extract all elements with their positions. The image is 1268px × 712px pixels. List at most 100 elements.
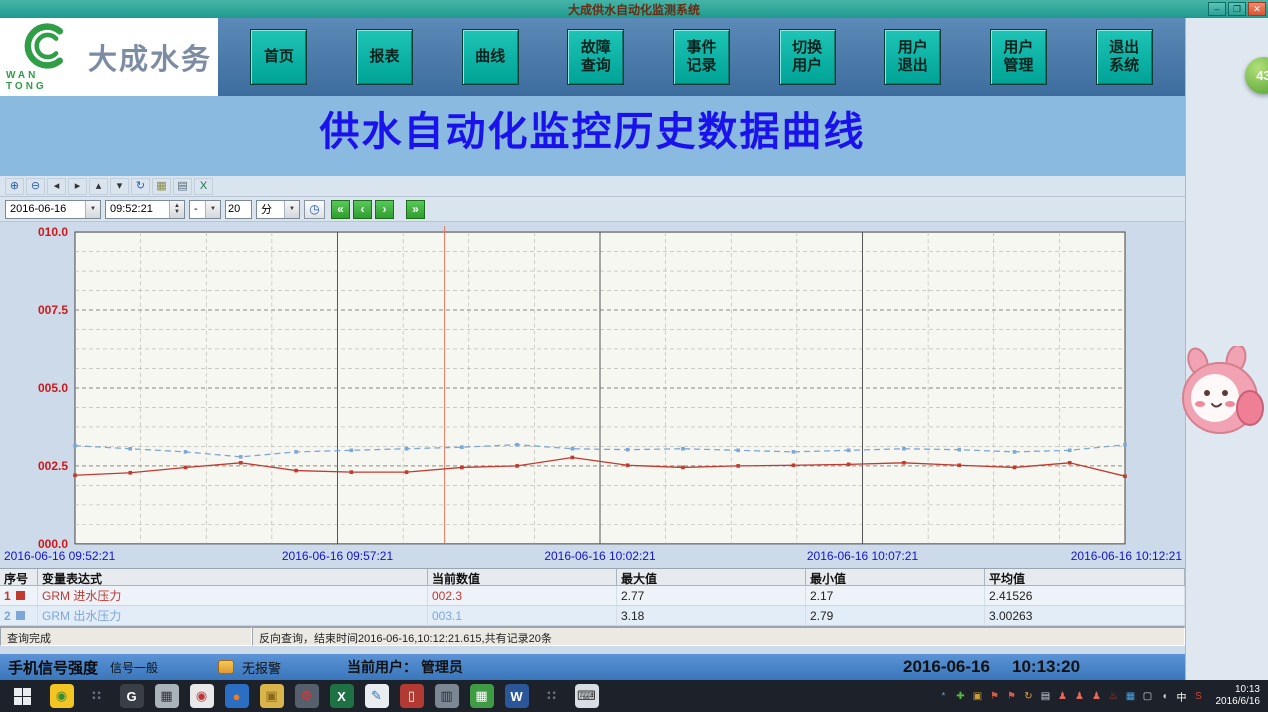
pan-right-icon[interactable]: ▸ (68, 178, 87, 195)
tray-volume-icon[interactable]: ◖ (1157, 691, 1173, 702)
taskbar-app-photo-viewer[interactable]: ◉ (184, 680, 219, 712)
chevron-down-icon: ▼ (85, 201, 100, 218)
nav-button-home[interactable]: 首页 (250, 29, 307, 85)
taskbar-app-excel[interactable]: X (324, 680, 359, 712)
tray-camera-icon[interactable]: ▣ (970, 691, 986, 702)
start-button[interactable] (0, 680, 44, 712)
maximize-button[interactable]: ❐ (1228, 2, 1246, 16)
tray-flag-icon[interactable]: ⚑ (987, 691, 1003, 702)
page-banner: 供水自动化监控历史数据曲线 (0, 96, 1185, 176)
query-status: 查询完成 (0, 627, 252, 646)
chart-toolbar: ⊕⊖◂▸▴▾↻▦▤X (0, 176, 1185, 197)
tray-shield-icon[interactable]: ✚ (953, 691, 969, 702)
taskbar-clock[interactable]: 10:13 2016/6/16 (1211, 684, 1268, 709)
goto-first-button[interactable]: « (331, 200, 350, 219)
zoom-out-icon[interactable]: ⊖ (26, 178, 45, 195)
tray-user3-icon[interactable]: ♟ (1089, 691, 1105, 702)
tray-alert-icon[interactable]: ♨ (1106, 691, 1122, 702)
tray-user2-icon[interactable]: ♟ (1072, 691, 1088, 702)
x-tick-label: 2016-06-16 10:07:21 (807, 549, 919, 563)
zoom-in-icon[interactable]: ⊕ (5, 178, 24, 195)
tray-flag2-icon[interactable]: ⚑ (1004, 691, 1020, 702)
brand-subtitle: WAN TONG (6, 70, 84, 92)
taskbar-app-wps-writer[interactable]: ✎ (359, 680, 394, 712)
pan-down-icon[interactable]: ▾ (110, 178, 129, 195)
taskbar-app-360browser[interactable]: ◉ (44, 680, 79, 712)
taskbar-app-motorcycle[interactable]: ⚙ (289, 680, 324, 712)
nav-button-curves[interactable]: 曲线 (462, 29, 519, 85)
unit-select[interactable]: 分 ▼ (256, 200, 300, 219)
tray-ime-icon[interactable]: 中 (1174, 689, 1190, 704)
print-icon[interactable]: ▤ (173, 178, 192, 195)
workspace: ⊕⊖◂▸▴▾↻▦▤X 2016-06-16 ▼ 09:52:21 ▲▼ - ▼ … (0, 176, 1185, 680)
window-title: 大成供水自动化监测系统 (0, 1, 1268, 18)
system-tray: *✚▣⚑⚑↻▤♟♟♟♨▦▢◖中S (936, 689, 1211, 704)
date-select[interactable]: 2016-06-16 ▼ (5, 200, 101, 219)
table-row-outlet-pressure[interactable]: 2 GRM 出水压力 003.1 3.18 2.79 3.00263 (0, 606, 1185, 626)
pan-left-icon[interactable]: ◂ (47, 178, 66, 195)
range-select[interactable]: - ▼ (189, 200, 221, 219)
goto-prev-button[interactable]: ‹ (353, 200, 372, 219)
copy-chart-icon[interactable]: ▦ (152, 178, 171, 195)
x-tick-label: 2016-06-16 10:12:21 (1071, 549, 1183, 563)
info-strip: 手机信号强度 信号一般 无报警 当前用户： 管理员 2016-06-16 10:… (0, 654, 1185, 680)
x-tick-label: 2016-06-16 10:02:21 (544, 549, 656, 563)
nav-button-event-log[interactable]: 事件 记录 (673, 29, 730, 85)
taskbar-app-scanner[interactable]: ▥ (429, 680, 464, 712)
taskbar-app-file-explorer[interactable]: ▣ (254, 680, 289, 712)
query-toolbar: 2016-06-16 ▼ 09:52:21 ▲▼ - ▼ 分 ▼ ◷ «‹› » (0, 197, 1185, 222)
time-query-button[interactable]: ◷ (304, 200, 325, 219)
y-tick-label: 002.5 (38, 459, 68, 473)
query-detail: 反向查询，结束时间2016-06-16,10:12:21.615,共有记录20条 (252, 627, 1185, 646)
taskbar-app-calculator[interactable]: ▦ (149, 680, 184, 712)
desktop-pet-mascot[interactable] (1172, 346, 1268, 438)
export-excel-icon[interactable]: X (194, 178, 213, 195)
taskbar-app-touch-keyboard[interactable]: ⌨ (569, 680, 604, 712)
x-tick-label: 2016-06-16 09:52:21 (4, 549, 116, 563)
y-tick-label: 007.5 (38, 303, 68, 317)
taskbar: ◉ ∷ G ▦ ◉ ● ▣ ⚙ X ✎ ▯ ▥ (0, 680, 1268, 712)
taskbar-apps: ◉ ∷ G ▦ ◉ ● ▣ ⚙ X ✎ ▯ ▥ (44, 680, 604, 712)
status-bar: 查询完成 反向查询，结束时间2016-06-16,10:12:21.615,共有… (0, 626, 1185, 646)
alarm-status: 无报警 (242, 658, 281, 677)
history-curve-chart[interactable]: 010.0007.5005.0002.5000.02016-06-16 09:5… (0, 224, 1185, 568)
nav-button-switch-user[interactable]: 切换 用户 (779, 29, 836, 85)
tray-messenger-icon[interactable]: S (1191, 691, 1207, 702)
goto-last-button[interactable]: » (406, 200, 425, 219)
tray-bluetooth-icon[interactable]: * (936, 691, 952, 702)
interval-input[interactable] (225, 200, 252, 219)
time-spinner[interactable]: 09:52:21 ▲▼ (105, 200, 185, 219)
nav-button-reports[interactable]: 报表 (356, 29, 413, 85)
nav-button-fault-query[interactable]: 故障 查询 (567, 29, 624, 85)
brand-logo: WAN TONG 大成水务 (0, 18, 218, 96)
minimize-button[interactable]: – (1208, 2, 1226, 16)
taskbar-grip[interactable]: ∷ (79, 680, 114, 712)
tray-sync-icon[interactable]: ↻ (1021, 691, 1037, 702)
table-row-inlet-pressure[interactable]: 1 GRM 进水压力 002.3 2.77 2.17 2.41526 (0, 586, 1185, 606)
refresh-icon[interactable]: ↻ (131, 178, 150, 195)
goto-next-button[interactable]: › (375, 200, 394, 219)
window-controls: – ❐ ✕ (1208, 2, 1266, 16)
y-tick-label: 005.0 (38, 381, 68, 395)
tray-usb-icon[interactable]: ▤ (1038, 691, 1054, 702)
taskbar-app-firefox[interactable]: ● (219, 680, 254, 712)
spinner-arrows-icon[interactable]: ▲▼ (169, 201, 184, 218)
tray-user-icon[interactable]: ♟ (1055, 691, 1071, 702)
nav-button-user-management[interactable]: 用户 管理 (990, 29, 1047, 85)
app-header: WAN TONG 大成水务 首页报表曲线故障 查询事件 记录切换 用户用户 退出… (0, 18, 1185, 96)
series-swatch-icon (16, 611, 25, 620)
variables-table: 序号 变量表达式 当前数值 最大值 最小值 平均值 1 GRM 进水压力 002… (0, 568, 1185, 626)
taskbar-grip[interactable]: ∷ (534, 680, 569, 712)
taskbar-app-word[interactable]: W (499, 680, 534, 712)
close-button[interactable]: ✕ (1248, 2, 1266, 16)
taskbar-app-pdf-reader[interactable]: G (114, 680, 149, 712)
current-date: 2016-06-16 (903, 657, 990, 677)
nav-button-exit-system[interactable]: 退出 系统 (1096, 29, 1153, 85)
taskbar-app-accounting[interactable]: ▦ (464, 680, 499, 712)
table-header-row: 序号 变量表达式 当前数值 最大值 最小值 平均值 (0, 569, 1185, 586)
nav-button-user-logout[interactable]: 用户 退出 (884, 29, 941, 85)
taskbar-app-red-notebook[interactable]: ▯ (394, 680, 429, 712)
tray-grid-icon[interactable]: ▦ (1123, 691, 1139, 702)
tray-monitor-icon[interactable]: ▢ (1140, 691, 1156, 702)
pan-up-icon[interactable]: ▴ (89, 178, 108, 195)
